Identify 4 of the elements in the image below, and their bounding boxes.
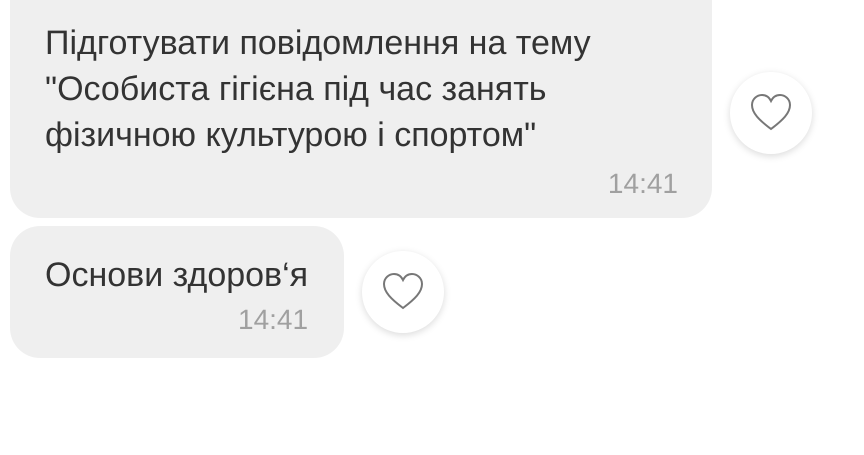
message-time: 14:41 <box>606 168 678 200</box>
message-text: Підготувати повідомлення на тему "Особиста гігієна під час занять фізичною культурою і спортом" <box>45 23 592 156</box>
message-time: 14:41 <box>237 304 308 336</box>
message-text: Основи здоров‘я <box>45 255 308 296</box>
